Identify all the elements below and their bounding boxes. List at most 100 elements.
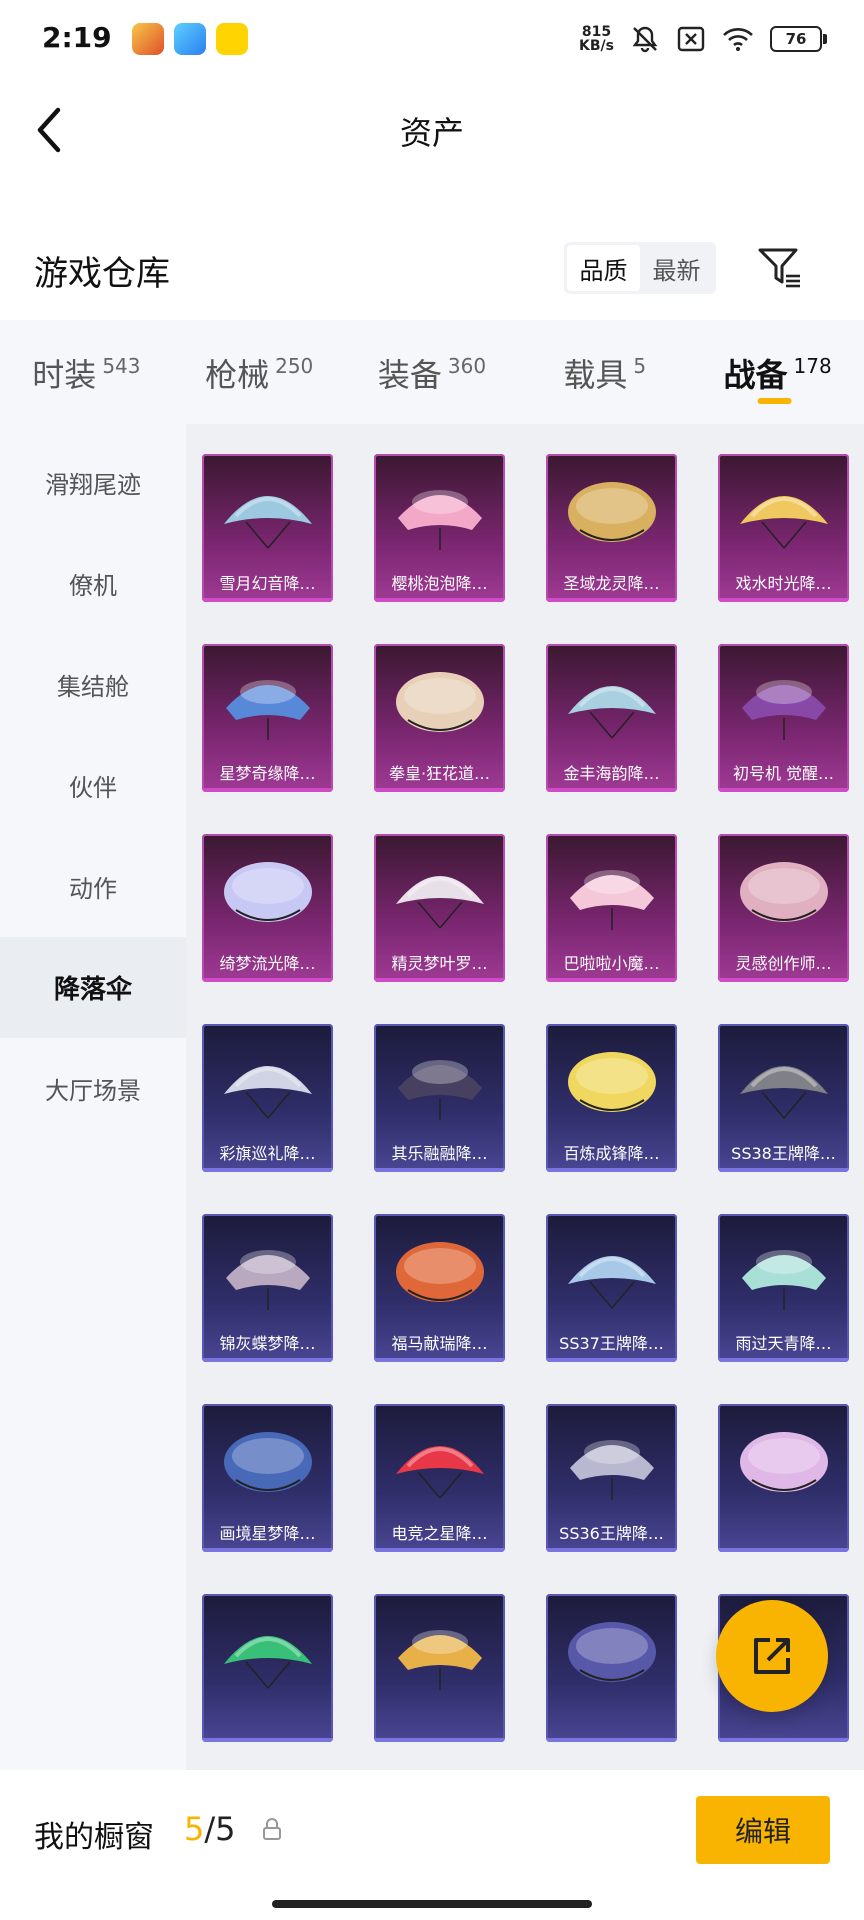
status-time: 2:19 (42, 20, 112, 54)
parachute-icon (740, 496, 828, 549)
card-name: 圣域龙灵降… (563, 574, 660, 593)
parachute-card[interactable]: 电竞之星降… (374, 1404, 505, 1552)
parachute-card[interactable]: 星梦奇缘降… (202, 644, 333, 792)
parachute-icon (224, 1636, 312, 1689)
parachute-icon (570, 1440, 654, 1500)
edit-button[interactable]: 编辑 (696, 1796, 830, 1864)
parachute-card[interactable]: 画境星梦降… (202, 1404, 333, 1552)
parachute-card[interactable]: SS38王牌降… (718, 1024, 849, 1172)
rarity-bar (718, 1168, 849, 1172)
parachute-card[interactable]: 雨过天青降… (718, 1214, 849, 1362)
lock-icon (263, 1818, 281, 1840)
parachute-card[interactable]: 拳皇·狂花道… (374, 644, 505, 792)
sort-toggle: 品质 最新 (564, 242, 716, 294)
parachute-card[interactable]: 巴啦啦小魔… (546, 834, 677, 982)
parachute-card[interactable]: 灵感创作师… (718, 834, 849, 982)
subcategory-sidebar: 滑翔尾迹 僚机 集结舱 伙伴 动作 降落伞 大厅场景 (0, 424, 186, 1770)
card-name: 雨过天青降… (735, 1334, 832, 1353)
external-link-icon (754, 1638, 790, 1674)
parachute-card[interactable]: SS37王牌降… (546, 1214, 677, 1362)
net-speed: 815 KB/s (579, 24, 614, 54)
parachute-icon (742, 680, 826, 740)
page-title: 资产 (399, 114, 464, 152)
rarity-bar (546, 1738, 677, 1742)
parachute-icon (224, 862, 312, 922)
parachute-icon (568, 1052, 656, 1112)
card-name: SS36王牌降… (559, 1524, 664, 1543)
rarity-bar (202, 978, 333, 982)
card-name: 精灵梦叶罗… (391, 954, 488, 973)
sidebar-item-companion[interactable]: 伙伴 (0, 735, 186, 836)
parachute-icon (398, 490, 482, 550)
rarity-bar (202, 1738, 333, 1742)
parachute-icon (740, 1066, 828, 1119)
sidebar-item-glide-trail[interactable]: 滑翔尾迹 (0, 432, 186, 533)
parachute-card[interactable]: 圣域龙灵降… (546, 454, 677, 602)
parachute-icon (742, 1250, 826, 1310)
card-name: 星梦奇缘降… (219, 764, 316, 783)
card-name: 灵感创作师… (735, 954, 832, 973)
app-notification-icon (215, 23, 248, 55)
category-tabs: 时装 543 枪械 250 装备 360 载具 5 战备 178 (0, 320, 864, 424)
parachute-card[interactable]: 戏水时光降… (718, 454, 849, 602)
tab-combat-gear[interactable]: 战备 178 (691, 320, 864, 424)
rarity-bar (718, 1548, 849, 1552)
parachute-card[interactable]: 初号机 觉醒… (718, 644, 849, 792)
showcase-count: 5/5 (184, 1810, 236, 1848)
sidebar-item-assembly-pod[interactable]: 集结舱 (0, 634, 186, 735)
parachute-card[interactable]: 精灵梦叶罗… (374, 834, 505, 982)
parachute-icon (568, 482, 656, 542)
card-name: 锦灰蝶梦降… (219, 1334, 316, 1353)
sort-option-newest[interactable]: 最新 (640, 245, 713, 291)
rarity-bar (718, 1358, 849, 1362)
filter-icon[interactable] (756, 244, 804, 292)
rarity-bar (718, 788, 849, 792)
rarity-bar (374, 598, 505, 602)
card-name: 画境星梦降… (219, 1524, 316, 1543)
parachute-card[interactable]: 百炼成锋降… (546, 1024, 677, 1172)
parachute-icon (224, 1432, 312, 1492)
notification-icons (131, 23, 248, 55)
parachute-icon (224, 1066, 312, 1119)
parachute-icon (224, 496, 312, 549)
rarity-bar (718, 978, 849, 982)
rarity-bar (546, 788, 677, 792)
card-name: 其乐融融降… (391, 1144, 488, 1163)
parachute-card[interactable]: 其乐融融降… (374, 1024, 505, 1172)
share-button[interactable] (716, 1600, 828, 1712)
parachute-card[interactable] (546, 1594, 677, 1742)
tab-equipment[interactable]: 装备 360 (346, 320, 519, 424)
rarity-bar (202, 1358, 333, 1362)
tab-vehicles[interactable]: 载具 5 (518, 320, 691, 424)
parachute-card[interactable]: 绮梦流光降… (202, 834, 333, 982)
parachute-card[interactable] (718, 1404, 849, 1552)
parachute-icon (570, 870, 654, 930)
parachute-icon (398, 1060, 482, 1120)
rarity-bar (374, 1358, 505, 1362)
parachute-card[interactable]: 锦灰蝶梦降… (202, 1214, 333, 1362)
sidebar-item-parachute[interactable]: 降落伞 (0, 937, 186, 1038)
parachute-card[interactable]: 福马献瑞降… (374, 1214, 505, 1362)
card-name: 雪月幻音降… (219, 574, 316, 593)
tab-fashion[interactable]: 时装 543 (0, 320, 173, 424)
status-bar: 2:19 815 KB/s 76 (0, 0, 864, 78)
sidebar-item-wingman[interactable]: 僚机 (0, 533, 186, 634)
rarity-bar (718, 1738, 849, 1742)
parachute-card[interactable] (202, 1594, 333, 1742)
card-name: 电竞之星降… (391, 1524, 488, 1543)
rarity-bar (374, 978, 505, 982)
parachute-card[interactable]: 彩旗巡礼降… (202, 1024, 333, 1172)
parachute-card[interactable] (374, 1594, 505, 1742)
parachute-card[interactable]: 金丰海韵降… (546, 644, 677, 792)
sidebar-item-emote[interactable]: 动作 (0, 836, 186, 937)
parachute-icon (740, 1432, 828, 1492)
parachute-card[interactable]: 樱桃泡泡降… (374, 454, 505, 602)
card-name: SS37王牌降… (559, 1334, 664, 1353)
parachute-card[interactable]: 雪月幻音降… (202, 454, 333, 602)
parachute-icon (396, 1242, 484, 1302)
parachute-card[interactable]: SS36王牌降… (546, 1404, 677, 1552)
rarity-bar (202, 598, 333, 602)
sidebar-item-lobby-scene[interactable]: 大厅场景 (0, 1038, 186, 1139)
tab-firearms[interactable]: 枪械 250 (173, 320, 346, 424)
sort-option-quality[interactable]: 品质 (567, 245, 640, 291)
